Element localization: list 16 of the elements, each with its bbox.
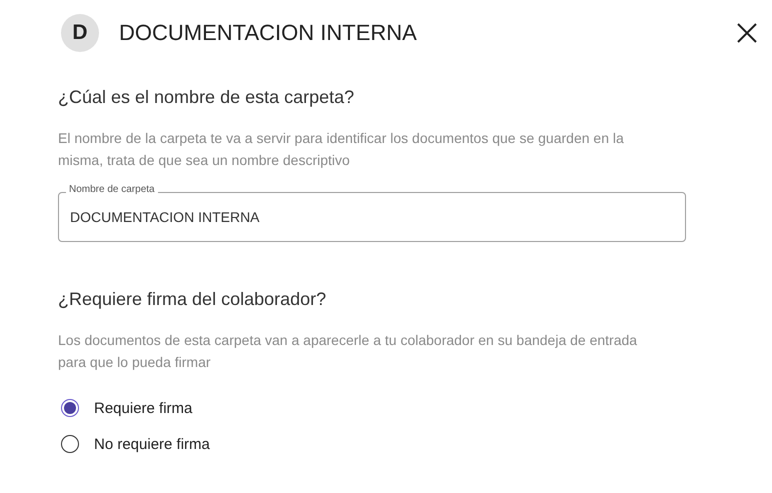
section-description: El nombre de la carpeta te va a servir para identificar los documentos que se guarden en la misma, trata de que sea un nombre descriptivo: [58, 129, 625, 170]
section-heading: ¿Requiere firma del colaborador?: [58, 289, 328, 310]
section-description: Los documentos de esta carpeta van a aparecerle a tu colaborador en su bandeja de entrada para que lo pueda firmar: [58, 331, 638, 372]
folder-name-field[interactable]: DOCUMENTACION INTERNA: [58, 192, 686, 242]
option-label: Requiere firma: [94, 400, 192, 416]
field-label: Nombre de carpeta: [66, 184, 158, 195]
avatar: D: [61, 14, 99, 52]
radio-option[interactable]: Requiere firma: [58, 399, 192, 417]
radio-option[interactable]: No requiere firma: [58, 435, 210, 453]
radio-button[interactable]: [61, 435, 79, 453]
close-button[interactable]: [736, 22, 758, 44]
radio-button[interactable]: [61, 399, 79, 417]
close-icon: [736, 22, 758, 44]
option-label: No requiere firma: [94, 436, 210, 452]
section-heading: ¿Cúal es el nombre de esta carpeta?: [58, 87, 356, 108]
dialog-title: DOCUMENTACION INTERNA: [119, 20, 418, 46]
